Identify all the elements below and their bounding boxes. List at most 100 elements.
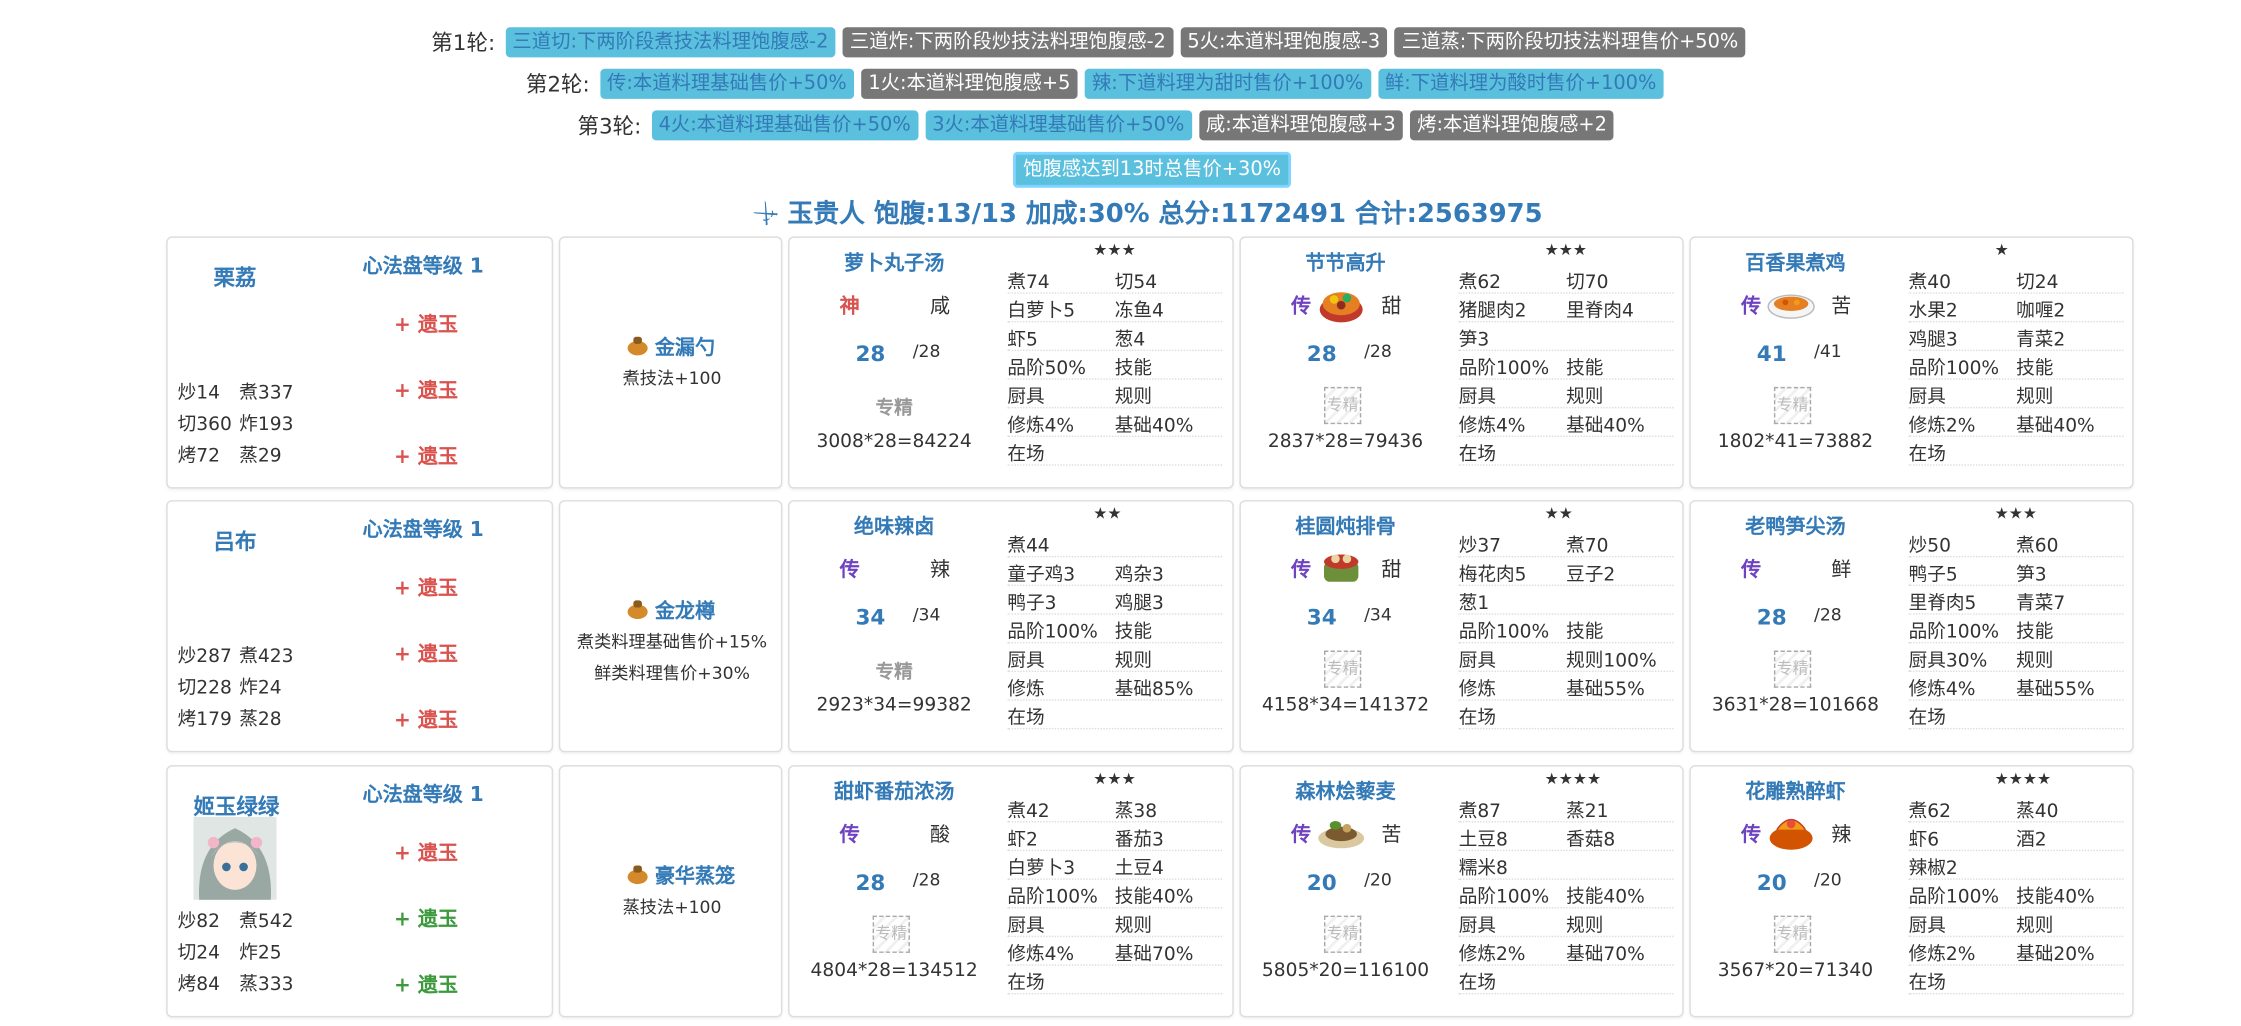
dish-detail: 炒50	[1908, 535, 1951, 558]
dish-score-formula: 2837*28=79436	[1267, 431, 1424, 453]
dish-taste: 辣	[929, 558, 951, 582]
dish-detail: 基础40%	[1566, 415, 1645, 438]
dish-score-formula: 1802*41=73882	[1717, 431, 1874, 453]
detail-separator	[1007, 584, 1223, 587]
dish-detail: 在场	[1908, 972, 1946, 995]
equipment-card[interactable]: 豪华蒸笼 蒸技法+100	[558, 765, 783, 1018]
dish-detail: 基础70%	[1566, 944, 1645, 966]
jade-slot[interactable]: + 遗玉	[394, 441, 458, 470]
dish-card[interactable]: 节节高升 ★★★ 传 甜 28/28 专精 2837*28=79436 煮62 切70 猪腿肉2 里…	[1239, 236, 1684, 489]
dish-detail: 厨具	[1458, 915, 1496, 938]
detail-separator	[1908, 349, 2124, 352]
dish-detail: 修炼2%	[1908, 944, 1976, 966]
dish-max-quantity: /20	[1364, 869, 1392, 890]
jade-slot[interactable]: + 遗玉	[394, 573, 458, 602]
dish-detail: 白萝卜3	[1007, 858, 1076, 880]
jade-slot[interactable]: + 遗玉	[394, 310, 458, 339]
round-tag: 三道切:下两阶段煮技法料理饱腹感-2	[505, 27, 836, 58]
dish-taste: 苦	[1831, 295, 1852, 319]
jade-slot[interactable]: + 遗玉	[394, 705, 458, 734]
chef-card: 栗荔 心法盘等级 1 + 遗玉 + 遗玉 + 遗玉 炒14 煮337 切360 炸193 烤72 蒸…	[166, 236, 554, 489]
dish-detail: 品阶100%	[1908, 621, 2000, 644]
round-label: 第3轮:	[577, 113, 642, 139]
dish-detail: 规则100%	[1566, 650, 1657, 673]
dish-detail: 香菇8	[1566, 829, 1616, 852]
jade-slot[interactable]: + 遗玉	[394, 375, 458, 404]
dish-detail: 厨具	[1007, 386, 1045, 409]
dish-card[interactable]: 百香果煮鸡 ★ 传 苦 41/41 专精 1802*41=73882 煮40 切24 水果2 咖喱2…	[1689, 236, 2134, 489]
jade-slot[interactable]: + 遗玉	[394, 970, 458, 999]
dish-quantity: 34	[1306, 604, 1337, 631]
jade-slot[interactable]: + 遗玉	[394, 904, 458, 933]
dish-card[interactable]: 老鸭笋尖汤 ★★★ 传 鲜 28/28 专精 3631*28=101668 炒50 煮60 鸭子5…	[1689, 500, 2134, 753]
dish-max-quantity: /28	[912, 869, 941, 890]
dish-detail: 虾2	[1007, 829, 1038, 852]
dish-score-formula: 2923*34=99382	[816, 694, 972, 717]
heart-disk-level: 心法盘等级 1	[362, 255, 484, 278]
dish-detail: 基础85%	[1114, 679, 1194, 701]
calc-stage: 第1轮: 三道切:下两阶段煮技法料理饱腹感-2 三道炸:下两阶段炒技法料理饱腹感-2…	[0, 0, 2241, 1026]
dish-detail: 在场	[1007, 444, 1045, 466]
round-tag: 3火:本道料理基础售价+50%	[925, 110, 1192, 141]
dish-score-formula: 5805*20=116100	[1261, 960, 1430, 982]
dish-stars: ★★★	[1093, 240, 1136, 260]
dish-detail: 煮62	[1908, 800, 1951, 823]
equipment-name: 豪华蒸笼	[654, 865, 736, 889]
ladle-icon	[625, 332, 651, 358]
detail-separator	[1007, 641, 1223, 644]
dish-detail: 在场	[1458, 444, 1496, 466]
dish-detail: 品阶100%	[1908, 886, 2000, 909]
round-tag: 5火:本道料理饱腹感-3	[1180, 27, 1388, 58]
dish-card[interactable]: 森林烩藜麦 ★★★★ 传 苦 20/20 专精 5805*20=116100 煮87 蒸21 土豆…	[1239, 765, 1684, 1018]
dish-detail: 鸡杂3	[1114, 564, 1164, 587]
dish-detail: 在场	[1908, 444, 1946, 466]
dish-taste: 鲜	[1831, 558, 1852, 582]
detail-separator	[1908, 584, 2124, 587]
dish-card[interactable]: 花雕熟醉虾 ★★★★ 传 辣 20/20 专精 3567*20=71340 煮62 蒸40 虾6 酒…	[1689, 765, 2134, 1018]
certification-label: 专精	[875, 398, 913, 420]
dish-detail: 梅花肉5	[1458, 564, 1527, 587]
equipment-card[interactable]: 金漏勺 煮技法+100	[558, 236, 783, 489]
dish-detail: 煮44	[1007, 535, 1050, 558]
dish-card[interactable]: 甜虾番茄浓汤 ★★★ 传 酸 28/28 专精 4804*28=134512 煮42 蒸38 虾2…	[788, 765, 1234, 1018]
dish-detail: 规则	[2016, 650, 2054, 673]
detail-separator	[1007, 849, 1223, 852]
round-tag: 鲜:下道料理为酸时售价+100%	[1377, 68, 1664, 99]
detail-separator	[1908, 727, 2124, 730]
round-row-1: 第1轮: 三道切:下两阶段煮技法料理饱腹感-2 三道炸:下两阶段炒技法料理饱腹感-2…	[431, 27, 1746, 58]
detail-separator	[1007, 464, 1223, 466]
cauldron-icon	[625, 596, 651, 622]
jade-slot[interactable]: + 遗玉	[394, 838, 458, 867]
dish-detail: 番茄3	[1114, 829, 1164, 852]
dish-detail: 煮62	[1458, 272, 1502, 294]
jade-slot[interactable]: + 遗玉	[394, 639, 458, 668]
dish-card[interactable]: 桂圆炖排骨 ★★ 传 甜 34/34 专精 4158*34=141372 炒37 煮70 梅花肉5…	[1239, 500, 1684, 753]
dish-detail: 基础20%	[2016, 944, 2095, 966]
dish-image	[1765, 278, 1817, 327]
dish-detail: 炒37	[1458, 535, 1502, 558]
sword-icon: ⚔	[748, 195, 787, 234]
equipment-card[interactable]: 金龙樽 煮类料理基础售价+15% 鲜类料理售价+30%	[558, 500, 783, 753]
dish-detail: 里脊肉5	[1908, 593, 1977, 615]
dish-detail: 基础70%	[1114, 944, 1194, 966]
chef-card: 吕布 心法盘等级 1 + 遗玉 + 遗玉 + 遗玉 炒287 煮423 切228 炸24 烤179…	[166, 500, 554, 753]
chef-skill-stat: 炒287	[177, 646, 232, 668]
dish-detail: 煮42	[1007, 800, 1050, 823]
dish-image	[1315, 807, 1367, 856]
equipment-effect: 煮技法+100	[622, 368, 722, 389]
chef-skill-stat: 切360	[177, 414, 232, 436]
dish-rank: 传	[839, 558, 860, 582]
dish-score-formula: 3008*28=84224	[816, 431, 972, 453]
dish-name: 老鸭笋尖汤	[1745, 515, 1846, 539]
detail-separator	[1458, 378, 1674, 380]
summary-text: 玉贵人 饱腹:13/13 加成:30% 总分:1172491 合计:256397…	[787, 199, 1543, 230]
detail-separator	[1908, 699, 2124, 701]
dish-card[interactable]: 萝卜丸子汤 ★★★ 神 咸 28/28 专精 3008*28=84224 煮74 切54 白萝卜5…	[788, 236, 1234, 489]
dish-detail: 煮60	[2016, 535, 2059, 558]
dish-detail: 品阶100%	[1458, 886, 1550, 909]
chef-avatar	[193, 816, 277, 900]
dish-detail: 在场	[1458, 707, 1496, 730]
dish-card[interactable]: 绝味辣卤 ★★ 传 辣 34/34 专精 2923*34=99382 煮44 童子鸡3 鸡杂3 鸭子…	[788, 500, 1234, 753]
detail-separator	[1458, 727, 1674, 730]
certification-label: 专精	[875, 661, 913, 684]
